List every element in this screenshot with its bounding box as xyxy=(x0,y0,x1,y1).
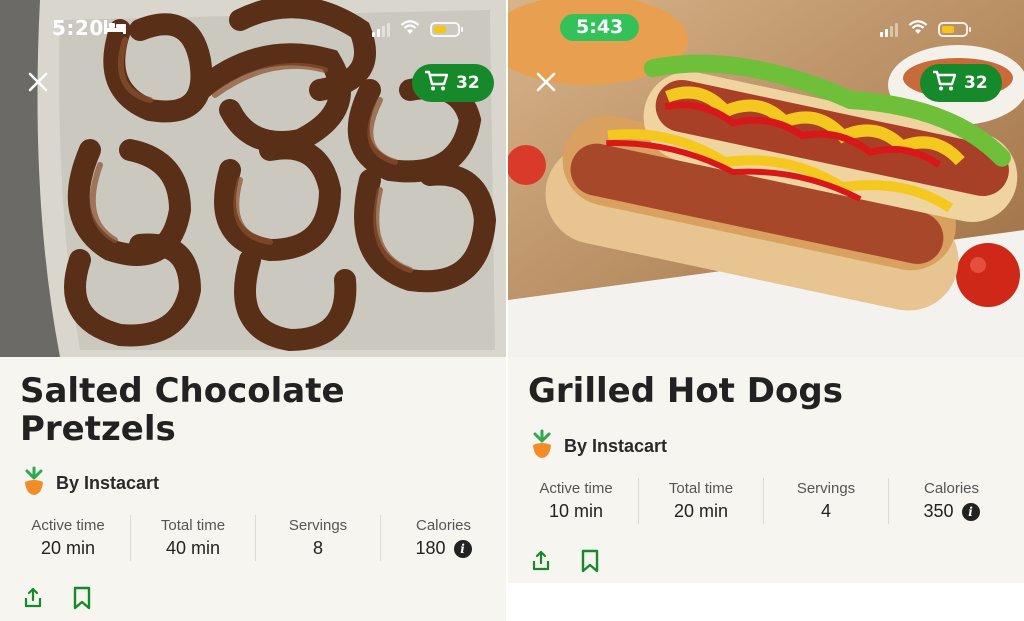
stat-label: Calories xyxy=(415,517,472,534)
battery-icon xyxy=(430,22,463,37)
stat-value: 8 xyxy=(312,538,323,558)
bookmark-button[interactable] xyxy=(72,586,92,614)
share-icon xyxy=(24,587,42,608)
cart-count: 32 xyxy=(964,73,988,93)
battery-icon xyxy=(938,22,971,37)
recipe-author[interactable]: By Instacart xyxy=(530,429,667,464)
wifi-icon xyxy=(908,20,928,39)
share-button[interactable] xyxy=(530,550,552,576)
instacart-carrot-icon xyxy=(530,429,554,464)
status-time: 5:43 xyxy=(560,14,640,41)
stat-label: Total time xyxy=(160,517,226,534)
recipe-actions xyxy=(22,586,92,614)
stat-label: Total time xyxy=(668,480,734,497)
status-icons xyxy=(880,20,971,39)
stat-servings: Servings 4 xyxy=(764,478,889,524)
stat-total-time: Total time 40 min xyxy=(131,515,256,561)
cellular-signal-icon xyxy=(372,22,390,37)
recipe-stats: Active time 20 min Total time 40 min Ser… xyxy=(6,515,506,561)
cart-button[interactable]: 32 xyxy=(920,64,1002,102)
status-icons xyxy=(372,20,463,39)
author-name: By Instacart xyxy=(56,473,160,493)
bookmark-icon xyxy=(581,549,599,573)
close-icon xyxy=(536,72,556,92)
stat-value: 10 min xyxy=(548,501,604,521)
stat-value: 180 xyxy=(415,538,446,558)
stat-calories: Calories 180 i xyxy=(381,515,506,561)
share-icon xyxy=(532,550,550,571)
stat-active-time: Active time 10 min xyxy=(514,478,639,524)
stat-label: Active time xyxy=(31,517,105,534)
status-time: 5:20 xyxy=(52,16,104,40)
author-name: By Instacart xyxy=(564,436,668,456)
cart-icon xyxy=(424,70,449,96)
instacart-carrot-icon xyxy=(22,466,46,501)
recipe-actions xyxy=(530,549,600,577)
stat-label: Servings xyxy=(796,480,856,497)
cart-icon xyxy=(932,70,957,96)
stat-label: Servings xyxy=(288,517,348,534)
bookmark-button[interactable] xyxy=(580,549,600,577)
stat-value: 20 min xyxy=(673,501,729,521)
recipe-hero-image xyxy=(508,0,1024,357)
stat-value: 4 xyxy=(820,501,831,521)
close-button[interactable] xyxy=(26,70,50,94)
stat-value: 350 xyxy=(923,501,954,521)
share-button[interactable] xyxy=(22,587,44,613)
stat-active-time: Active time 20 min xyxy=(6,515,131,561)
recipe-hero-image xyxy=(0,0,506,357)
blank-area xyxy=(508,583,1024,621)
stat-calories: Calories 350 i xyxy=(889,478,1014,524)
stat-value: 40 min xyxy=(165,538,221,558)
stat-servings: Servings 8 xyxy=(256,515,381,561)
sleep-mode-icon xyxy=(104,19,126,38)
close-icon xyxy=(28,72,48,92)
recipe-screen-right: 5:43 32 Grilled Hot Dogs By Instacart Ac… xyxy=(508,0,1024,583)
stat-label: Active time xyxy=(539,480,613,497)
cellular-signal-icon xyxy=(880,22,898,37)
recipe-stats: Active time 10 min Total time 20 min Ser… xyxy=(514,478,1014,524)
recipe-title: Grilled Hot Dogs xyxy=(528,371,843,411)
recipe-author[interactable]: By Instacart xyxy=(22,466,159,501)
recipe-screen-left: 5:20 32 Salted Chocolate Pretzels By Ins… xyxy=(0,0,506,621)
close-button[interactable] xyxy=(534,70,558,94)
stat-value: 20 min xyxy=(40,538,96,558)
cart-count: 32 xyxy=(456,73,480,93)
bookmark-icon xyxy=(73,586,91,610)
info-icon[interactable]: i xyxy=(453,539,472,558)
stat-label: Calories xyxy=(923,480,980,497)
cart-button[interactable]: 32 xyxy=(412,64,494,102)
wifi-icon xyxy=(400,20,420,39)
recipe-title: Salted Chocolate Pretzels xyxy=(20,371,345,449)
stat-total-time: Total time 20 min xyxy=(639,478,764,524)
info-icon[interactable]: i xyxy=(961,502,980,521)
